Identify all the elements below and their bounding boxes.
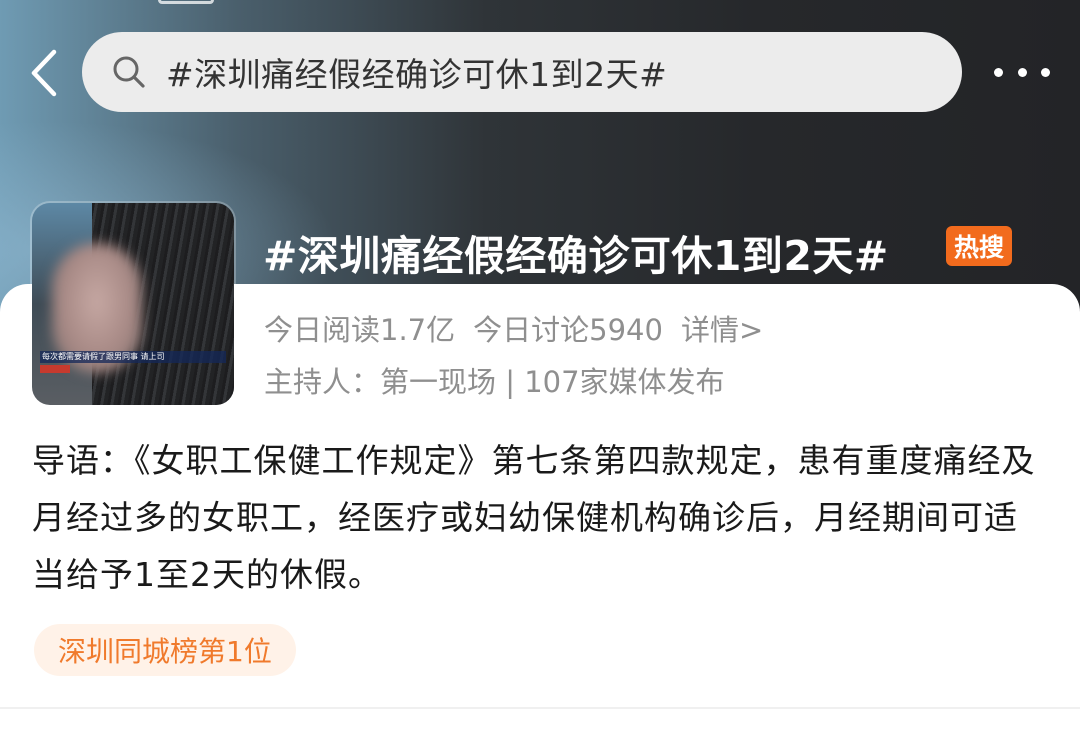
search-input[interactable]: #深圳痛经假经确诊可休1到2天# [82,32,962,112]
topic-thumbnail[interactable]: 每次都需要请假了跟男同事 请上司 [32,203,234,405]
topic-stats: 今日阅读1.7亿 今日讨论5940 详情> [264,307,763,349]
discussions-today: 今日讨论5940 [473,313,663,347]
status-bar-fragment [158,0,214,4]
thumbnail-tag [40,365,70,373]
search-icon [112,55,146,89]
divider [0,707,1080,709]
more-dots-icon [1017,67,1027,77]
details-link[interactable]: 详情> [681,307,763,349]
topic-title: #深圳痛经假经确诊可休1到2天# [263,232,889,280]
city-rank-chip[interactable]: 深圳同城榜第1位 [34,624,296,676]
chevron-left-icon [31,49,57,97]
search-query-text: #深圳痛经假经确诊可休1到2天# [166,55,668,94]
thumbnail-caption: 每次都需要请假了跟男同事 请上司 [40,351,226,363]
topic-intro: 导语：《女职工保健工作规定》第七条第四款规定，患有重度痛经及月经过多的女职工，经… [32,441,1036,594]
reads-today: 今日阅读1.7亿 [264,313,456,347]
hot-search-badge: 热搜 [946,226,1012,266]
back-button[interactable] [18,44,68,102]
topic-host: 主持人：第一现场 | 107家媒体发布 [264,365,725,399]
more-dots-icon [994,67,1003,77]
more-dots-icon [1041,67,1050,77]
thumbnail-tag-secondary [40,374,70,384]
more-options-button[interactable] [990,54,1054,90]
